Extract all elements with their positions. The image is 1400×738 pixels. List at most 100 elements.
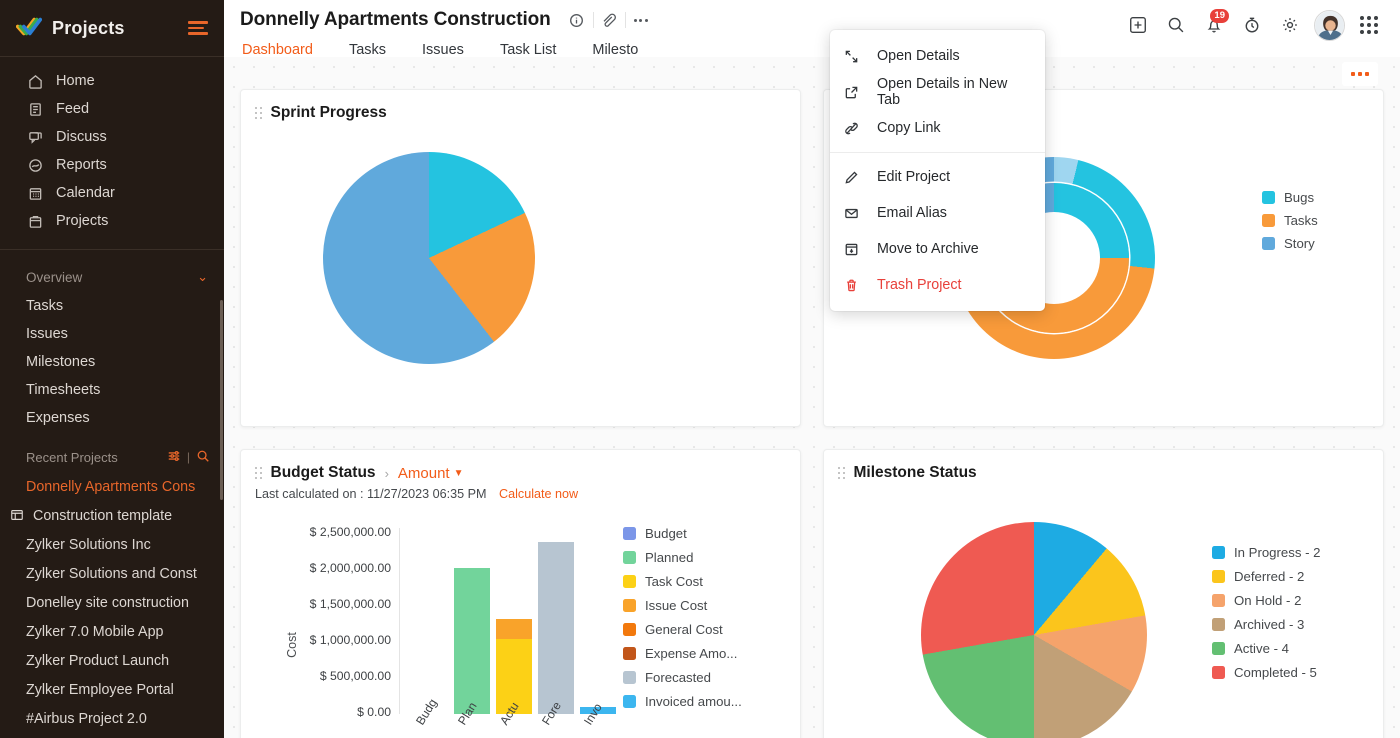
budget-last-calculated: Last calculated on : 11/27/2023 06:35 PM	[255, 487, 487, 501]
drag-handle-icon[interactable]	[838, 467, 845, 479]
sidebar-item-label: Reports	[56, 157, 107, 173]
budget-amount-dropdown[interactable]: Amount	[398, 465, 450, 482]
drag-handle-icon[interactable]	[255, 467, 262, 479]
sidebar-scrollbar[interactable]	[220, 300, 223, 500]
legend-item[interactable]: General Cost	[623, 622, 742, 637]
sidebar-project-zylker-product-launch[interactable]: Zylker Product Launch	[0, 646, 224, 675]
sidebar-recent-actions: |	[167, 449, 210, 466]
sidebar-item-tasks[interactable]: Tasks	[0, 292, 224, 320]
bar-forecasted[interactable]	[538, 542, 574, 714]
legend-label: Planned	[645, 550, 693, 565]
legend-item[interactable]: Bugs	[1262, 190, 1318, 205]
chevron-down-icon: ⌄	[197, 269, 208, 285]
sidebar-item-reports[interactable]: Reports	[0, 151, 224, 179]
project-title-actions	[561, 7, 657, 33]
sidebar-item-feed[interactable]: Feed	[0, 95, 224, 123]
sidebar-project-label: Zylker Employee Portal	[26, 682, 174, 698]
sidebar-collapse-button[interactable]	[188, 21, 208, 35]
archive-icon	[844, 242, 866, 257]
sidebar-item-label: Projects	[56, 213, 108, 229]
legend-item[interactable]: Tasks	[1262, 213, 1318, 228]
legend-item[interactable]: Budget	[623, 526, 742, 541]
sidebar-item-calendar[interactable]: Calendar	[0, 179, 224, 207]
legend-label: Invoiced amou...	[645, 694, 742, 709]
legend-label: Forecasted	[645, 670, 711, 685]
pencil-icon	[844, 170, 866, 185]
menu-item-copy-link[interactable]: Copy Link	[830, 110, 1045, 146]
bar-actual-issue-cost[interactable]	[496, 619, 532, 639]
legend-item[interactable]: In Progress - 2	[1212, 545, 1321, 560]
sidebar-project-airbus-project-20[interactable]: #Airbus Project 2.0	[0, 704, 224, 733]
sidebar-item-home[interactable]: Home	[0, 67, 224, 95]
legend-label: Budget	[645, 526, 687, 541]
y-axis-tick: $ 2,000,000.00	[285, 561, 391, 575]
y-axis-tick: $ 0.00	[285, 705, 391, 719]
attachment-icon[interactable]	[593, 7, 625, 33]
legend-label: Story	[1284, 236, 1315, 251]
sidebar-project-construction-template[interactable]: Construction template	[0, 501, 224, 530]
app-grid-icon[interactable]	[1352, 8, 1386, 42]
legend-item[interactable]: Issue Cost	[623, 598, 742, 613]
y-axis-tick: $ 500,000.00	[285, 669, 391, 683]
sidebar-project-donnelly-apartments[interactable]: Donnelly Apartments Cons	[0, 472, 224, 501]
sidebar-item-discuss[interactable]: Discuss	[0, 123, 224, 151]
sidebar-project-zylker-solutions-and-const[interactable]: Zylker Solutions and Const	[0, 559, 224, 588]
external-link-icon	[844, 85, 866, 100]
legend-label: Expense Amo...	[645, 646, 737, 661]
sidebar-project-zylker-employee-portal[interactable]: Zylker Employee Portal	[0, 675, 224, 704]
trash-icon	[844, 278, 866, 293]
info-icon[interactable]	[561, 7, 593, 33]
legend-item[interactable]: Task Cost	[623, 574, 742, 589]
legend-item[interactable]: Archived - 3	[1212, 617, 1321, 632]
search-icon[interactable]	[1159, 8, 1193, 42]
menu-item-email-alias[interactable]: Email Alias	[830, 195, 1045, 231]
menu-item-trash-project[interactable]: Trash Project	[830, 267, 1045, 303]
legend-item[interactable]: Story	[1262, 236, 1318, 251]
bar-planned[interactable]	[454, 568, 490, 714]
drag-handle-icon[interactable]	[255, 107, 262, 119]
sidebar-item-issues[interactable]: Issues	[0, 320, 224, 348]
notifications-bell-icon[interactable]: 19	[1197, 8, 1231, 42]
sidebar-project-zylker-solutions-inc[interactable]: Zylker Solutions Inc	[0, 530, 224, 559]
menu-item-edit-project[interactable]: Edit Project	[830, 159, 1045, 195]
legend-item[interactable]: Active - 4	[1212, 641, 1321, 656]
sidebar-item-milestones[interactable]: Milestones	[0, 348, 224, 376]
menu-item-label: Open Details	[877, 48, 960, 64]
sidebar-item-timesheets[interactable]: Timesheets	[0, 376, 224, 404]
feed-icon	[26, 100, 45, 119]
sidebar-project-zylker-70-mobile-app[interactable]: Zylker 7.0 Mobile App	[0, 617, 224, 646]
sidebar-item-expenses[interactable]: Expenses	[0, 404, 224, 432]
dashboard-more-options-button[interactable]	[1342, 62, 1378, 86]
legend-swatch	[1212, 618, 1225, 631]
legend-swatch	[1262, 191, 1275, 204]
legend-item[interactable]: Forecasted	[623, 670, 742, 685]
legend-label: Active - 4	[1234, 641, 1289, 656]
legend-item[interactable]: Invoiced amou...	[623, 694, 742, 709]
legend-label: Issue Cost	[645, 598, 707, 613]
filter-icon[interactable]	[167, 449, 181, 466]
settings-gear-icon[interactable]	[1273, 8, 1307, 42]
legend-item[interactable]: Planned	[623, 550, 742, 565]
legend-label: In Progress - 2	[1234, 545, 1321, 560]
legend-item[interactable]: Expense Amo...	[623, 646, 742, 661]
legend-item[interactable]: Completed - 5	[1212, 665, 1321, 680]
add-icon[interactable]	[1121, 8, 1155, 42]
legend-swatch	[623, 671, 636, 684]
calculate-now-link[interactable]: Calculate now	[499, 487, 578, 501]
menu-item-open-details[interactable]: Open Details	[830, 38, 1045, 74]
sidebar-project-donelley-site-construction[interactable]: Donelley site construction	[0, 588, 224, 617]
project-more-options-button[interactable]	[625, 7, 657, 33]
legend-item[interactable]: On Hold - 2	[1212, 593, 1321, 608]
home-icon	[26, 72, 45, 91]
search-icon[interactable]	[196, 449, 210, 466]
menu-item-move-to-archive[interactable]: Move to Archive	[830, 231, 1045, 267]
menu-item-open-details-new-tab[interactable]: Open Details in New Tab	[830, 74, 1045, 110]
menu-item-label: Email Alias	[877, 205, 947, 221]
reports-icon	[26, 156, 45, 175]
timer-icon[interactable]	[1235, 8, 1269, 42]
sidebar-item-projects[interactable]: Projects	[0, 207, 224, 235]
sidebar-section-overview[interactable]: Overview ⌄	[0, 262, 224, 292]
sidebar-recent-label: Recent Projects	[26, 450, 118, 465]
legend-item[interactable]: Deferred - 2	[1212, 569, 1321, 584]
avatar[interactable]	[1314, 10, 1345, 41]
